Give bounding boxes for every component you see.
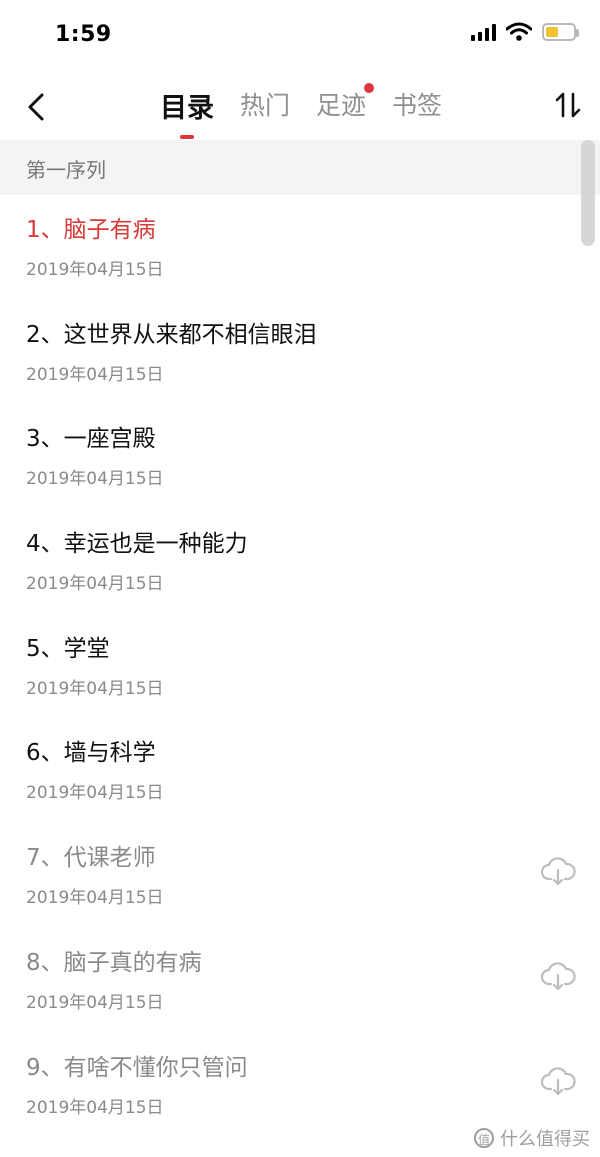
chapter-title: 5、学堂 [26, 635, 110, 662]
chapter-item[interactable]: 1、脑子有病 2019年04月15日 [0, 195, 600, 300]
chapter-item[interactable]: 8、脑子真的有病 2019年04月15日 [0, 928, 600, 1033]
chapter-date: 2019年04月15日 [26, 574, 164, 595]
chapter-item[interactable]: 9、有啥不懂你只管问 2019年04月15日 [0, 1033, 600, 1138]
tab-bar: 目录 热门 足迹 书签 [160, 83, 442, 139]
chapter-item[interactable]: 5、学堂 2019年04月15日 [0, 614, 600, 719]
tab-popular[interactable]: 热门 [240, 86, 290, 133]
notification-dot [364, 83, 375, 93]
cloud-download-icon[interactable] [540, 1066, 576, 1097]
tab-history[interactable]: 足迹 [316, 83, 375, 133]
sort-icon[interactable] [554, 90, 582, 120]
status-bar: 1:59 [0, 0, 600, 74]
chapter-title: 6、墙与科学 [26, 740, 156, 767]
status-time: 1:59 [55, 22, 112, 47]
chapter-date: 2019年04月15日 [26, 1097, 164, 1118]
tab-bookmarks-label: 书签 [392, 91, 443, 120]
cloud-download-icon[interactable] [540, 962, 576, 992]
chapter-title: 2、这世界从来都不相信眼泪 [26, 321, 317, 348]
chapter-item[interactable]: 4、幸运也是一种能力 2019年04月15日 [0, 509, 600, 614]
chapter-date: 2019年04月15日 [26, 260, 164, 280]
section-title: 第一序列 [26, 158, 106, 182]
chapter-date: 2019年04月15日 [26, 888, 164, 909]
chapter-date: 2019年04月15日 [26, 783, 164, 804]
watermark: 值 什么值得买 [474, 1125, 590, 1151]
tab-catalog[interactable]: 目录 [160, 86, 214, 139]
chapter-date: 2019年04月15日 [26, 992, 164, 1013]
top-nav: 目录 热门 足迹 书签 [0, 74, 600, 140]
tab-history-label: 足迹 [316, 91, 367, 120]
chapter-item[interactable]: 6、墙与科学 2019年04月15日 [0, 718, 600, 823]
signal-icon [471, 23, 496, 41]
chapter-title: 8、脑子真的有病 [26, 949, 202, 976]
chapter-title: 3、一座宫殿 [26, 426, 156, 453]
chapter-date: 2019年04月15日 [26, 678, 164, 699]
cloud-download-icon[interactable] [540, 857, 576, 887]
chapter-title: 4、幸运也是一种能力 [26, 531, 248, 558]
battery-icon [542, 23, 579, 41]
watermark-text: 什么值得买 [500, 1129, 590, 1150]
chapter-title: 9、有啥不懂你只管问 [26, 1054, 248, 1081]
chapter-list: 1、脑子有病 2019年04月15日 2、这世界从来都不相信眼泪 2019年04… [0, 195, 600, 1137]
chapter-title: 7、代课老师 [26, 845, 156, 872]
status-icons [471, 22, 579, 42]
chapter-title: 1、脑子有病 [26, 217, 156, 243]
wifi-icon [506, 22, 532, 41]
chapter-item[interactable]: 3、一座宫殿 2019年04月15日 [0, 404, 600, 509]
chevron-left-icon[interactable] [22, 90, 50, 124]
active-tab-indicator [180, 135, 194, 139]
tab-popular-label: 热门 [240, 91, 291, 120]
section-header: 第一序列 [0, 140, 600, 195]
chapter-date: 2019年04月15日 [26, 469, 164, 490]
chapter-date: 2019年04月15日 [26, 364, 164, 385]
watermark-logo: 值 [474, 1128, 494, 1148]
tab-bookmarks[interactable]: 书签 [392, 86, 442, 133]
battery-level [546, 27, 558, 37]
chapter-item[interactable]: 7、代课老师 2019年04月15日 [0, 823, 600, 928]
tab-catalog-label: 目录 [160, 93, 214, 124]
chapter-item[interactable]: 2、这世界从来都不相信眼泪 2019年04月15日 [0, 300, 600, 405]
